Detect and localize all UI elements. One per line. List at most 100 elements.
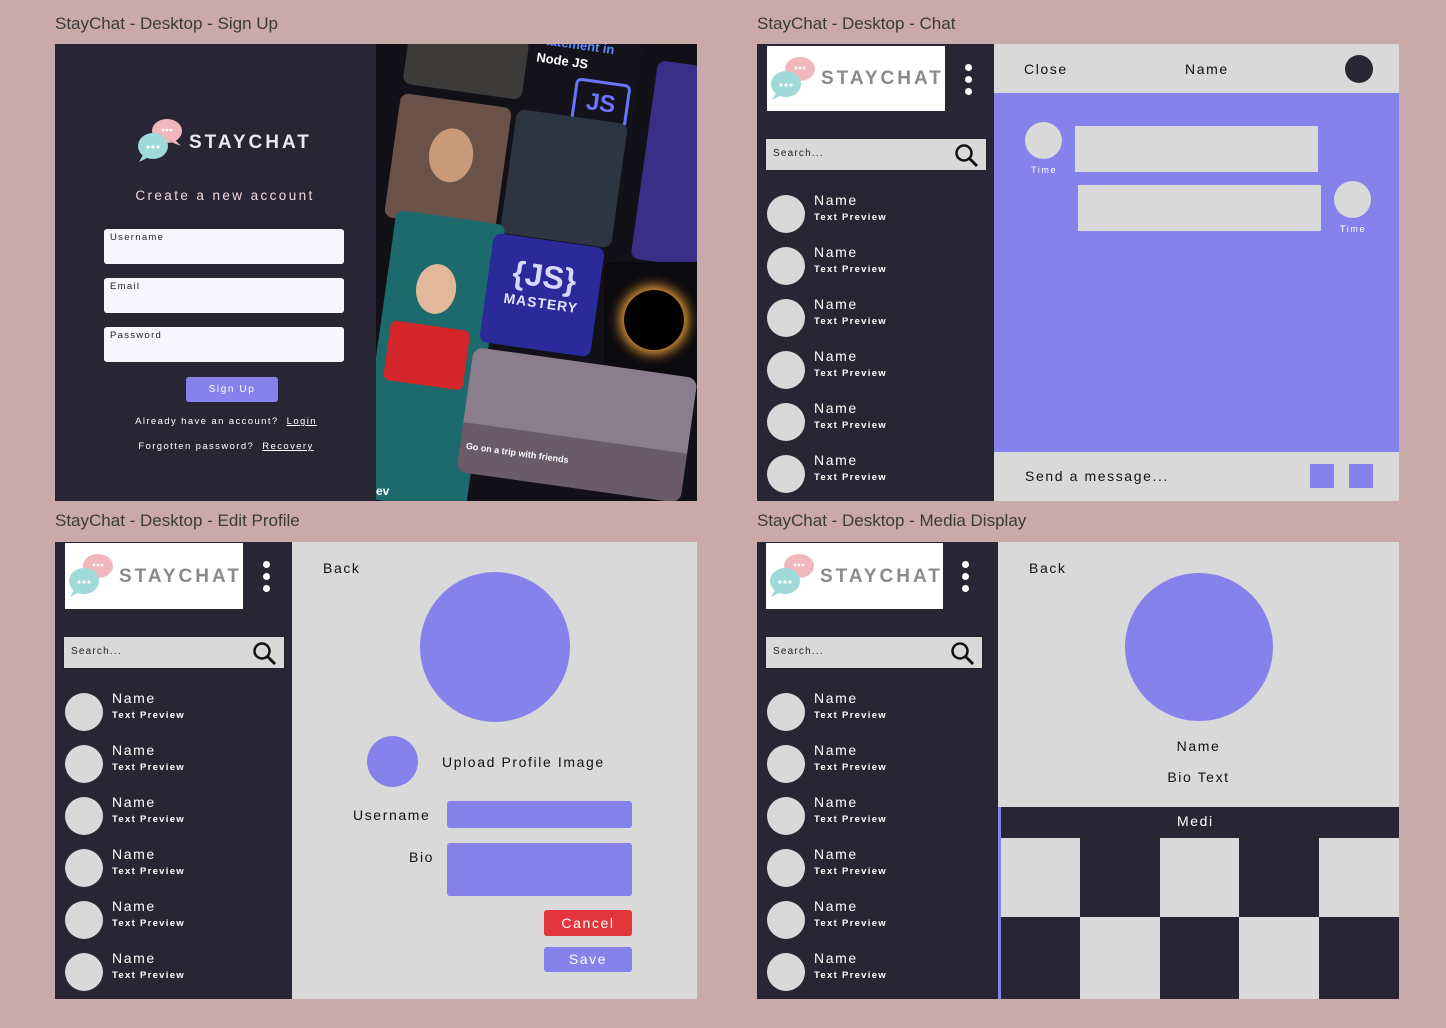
contact-name: Name — [112, 794, 156, 810]
kebab-menu-icon[interactable] — [962, 561, 970, 597]
message-composer[interactable]: Send a message... — [994, 452, 1399, 501]
avatar — [767, 797, 805, 835]
username-field[interactable] — [447, 801, 632, 828]
media-header: Medi — [1177, 813, 1214, 829]
search-icon[interactable] — [954, 143, 980, 169]
recovery-link[interactable]: Recovery — [262, 441, 313, 452]
send-button[interactable] — [1349, 464, 1373, 488]
email-label: Email — [110, 281, 141, 292]
contact-preview: Text Preview — [814, 762, 887, 773]
avatar — [767, 901, 805, 939]
list-item[interactable]: Name Text Preview — [767, 347, 987, 391]
username-label: Username — [110, 232, 165, 243]
upload-image-label: Upload Profile Image — [442, 754, 605, 770]
back-button[interactable]: Back — [323, 560, 361, 576]
forgot-text: Forgotten password? — [138, 441, 255, 452]
contact-preview: Text Preview — [112, 918, 185, 929]
search-input[interactable]: Search... — [765, 138, 987, 171]
avatar — [767, 745, 805, 783]
contact-name: Name — [814, 898, 858, 914]
kebab-menu-icon[interactable] — [965, 64, 973, 100]
promo-collage: Statement in Node JS JS {JS} MASTERY Go … — [376, 44, 697, 501]
list-item[interactable]: Name Text Preview — [767, 845, 987, 889]
list-item[interactable]: Name Text Preview — [65, 897, 285, 941]
list-item[interactable]: Name Text Preview — [767, 191, 987, 235]
frame-title-media: StayChat - Desktop - Media Display — [757, 511, 1027, 530]
contact-preview: Text Preview — [814, 918, 887, 929]
contact-preview: Text Preview — [814, 316, 887, 327]
contact-name: Name — [112, 950, 156, 966]
contact-preview: Text Preview — [112, 970, 185, 981]
logo[interactable]: STAYCHAT — [766, 543, 943, 609]
media-tile[interactable] — [1080, 917, 1160, 999]
portrait-face — [425, 125, 477, 186]
media-display-frame: STAYCHAT Search... Name Text Preview Name… — [757, 542, 1399, 999]
list-item[interactable]: Name Text Preview — [65, 689, 285, 733]
chat-contact-name: Name — [1185, 61, 1229, 77]
avatar — [767, 693, 805, 731]
close-button[interactable]: Close — [1024, 61, 1068, 77]
avatar — [767, 299, 805, 337]
message-input-placeholder: Send a message... — [1025, 468, 1169, 484]
logo[interactable]: STAYCHAT — [767, 46, 945, 111]
search-input[interactable]: Search... — [765, 636, 983, 669]
recovery-row: Forgotten password? Recovery — [55, 441, 397, 452]
frame-title-chat: StayChat - Desktop - Chat — [757, 14, 956, 33]
password-field[interactable]: Password — [104, 327, 344, 362]
list-item[interactable]: Name Text Preview — [767, 243, 987, 287]
list-item[interactable]: Name Text Preview — [767, 399, 987, 443]
search-icon[interactable] — [950, 641, 976, 667]
list-item[interactable]: Name Text Preview — [65, 793, 285, 837]
list-item[interactable]: Name Text Preview — [65, 845, 285, 889]
logo-text: STAYCHAT — [821, 68, 944, 89]
list-item[interactable]: Name Text Preview — [767, 793, 987, 837]
contact-name: Name — [814, 400, 858, 416]
media-tile[interactable] — [1239, 917, 1319, 999]
list-item[interactable]: Name Text Preview — [767, 741, 987, 785]
message-time: Time — [1031, 165, 1058, 175]
email-field[interactable]: Email — [104, 278, 344, 313]
upload-image-button[interactable] — [367, 736, 418, 787]
save-button[interactable]: Save — [544, 947, 632, 972]
attach-button[interactable] — [1310, 464, 1334, 488]
list-item[interactable]: Name Text Preview — [767, 897, 987, 941]
list-item[interactable]: Name Text Preview — [767, 295, 987, 339]
message-time: Time — [1340, 224, 1367, 234]
contact-name: Name — [814, 794, 858, 810]
list-item[interactable]: Name Text Preview — [65, 741, 285, 785]
search-icon[interactable] — [252, 641, 278, 667]
cancel-button[interactable]: Cancel — [544, 910, 632, 936]
collage-tile-jsmastery: {JS} MASTERY — [478, 232, 606, 358]
collage-red-shirt — [382, 320, 471, 391]
media-tile[interactable] — [1001, 838, 1080, 917]
list-item[interactable]: Name Text Preview — [767, 689, 987, 733]
avatar — [767, 953, 805, 991]
avatar — [65, 693, 103, 731]
username-label: Username — [353, 807, 431, 823]
list-item[interactable]: Name Text Preview — [767, 949, 987, 993]
username-field[interactable]: Username — [104, 229, 344, 264]
message-bubble-received — [1075, 126, 1318, 172]
search-input[interactable]: Search... — [63, 636, 285, 669]
signup-logo-text: STAYCHAT — [189, 132, 312, 153]
list-item[interactable]: Name Text Preview — [65, 949, 285, 993]
avatar[interactable] — [1345, 55, 1373, 83]
kebab-menu-icon[interactable] — [263, 561, 271, 597]
bio-field[interactable] — [447, 843, 632, 896]
chat-frame: STAYCHAT Search... Name Text Preview Name… — [757, 44, 1399, 501]
sign-up-button[interactable]: Sign Up — [186, 377, 278, 402]
media-tile[interactable] — [1319, 838, 1399, 917]
media-tile[interactable] — [1160, 838, 1239, 917]
logo-text: STAYCHAT — [119, 566, 242, 587]
logo[interactable]: STAYCHAT — [65, 543, 243, 609]
contact-name: Name — [814, 742, 858, 758]
contact-name: Name — [814, 690, 858, 706]
back-button[interactable]: Back — [1029, 560, 1067, 576]
list-item[interactable]: Name Text Preview — [767, 451, 987, 495]
contact-name: Name — [112, 846, 156, 862]
message-bubble-sent — [1078, 185, 1321, 231]
password-label: Password — [110, 330, 163, 341]
login-link[interactable]: Login — [287, 416, 317, 427]
collage-trip-text: Go on a trip with friends — [465, 440, 570, 466]
logo-text: STAYCHAT — [820, 566, 943, 587]
